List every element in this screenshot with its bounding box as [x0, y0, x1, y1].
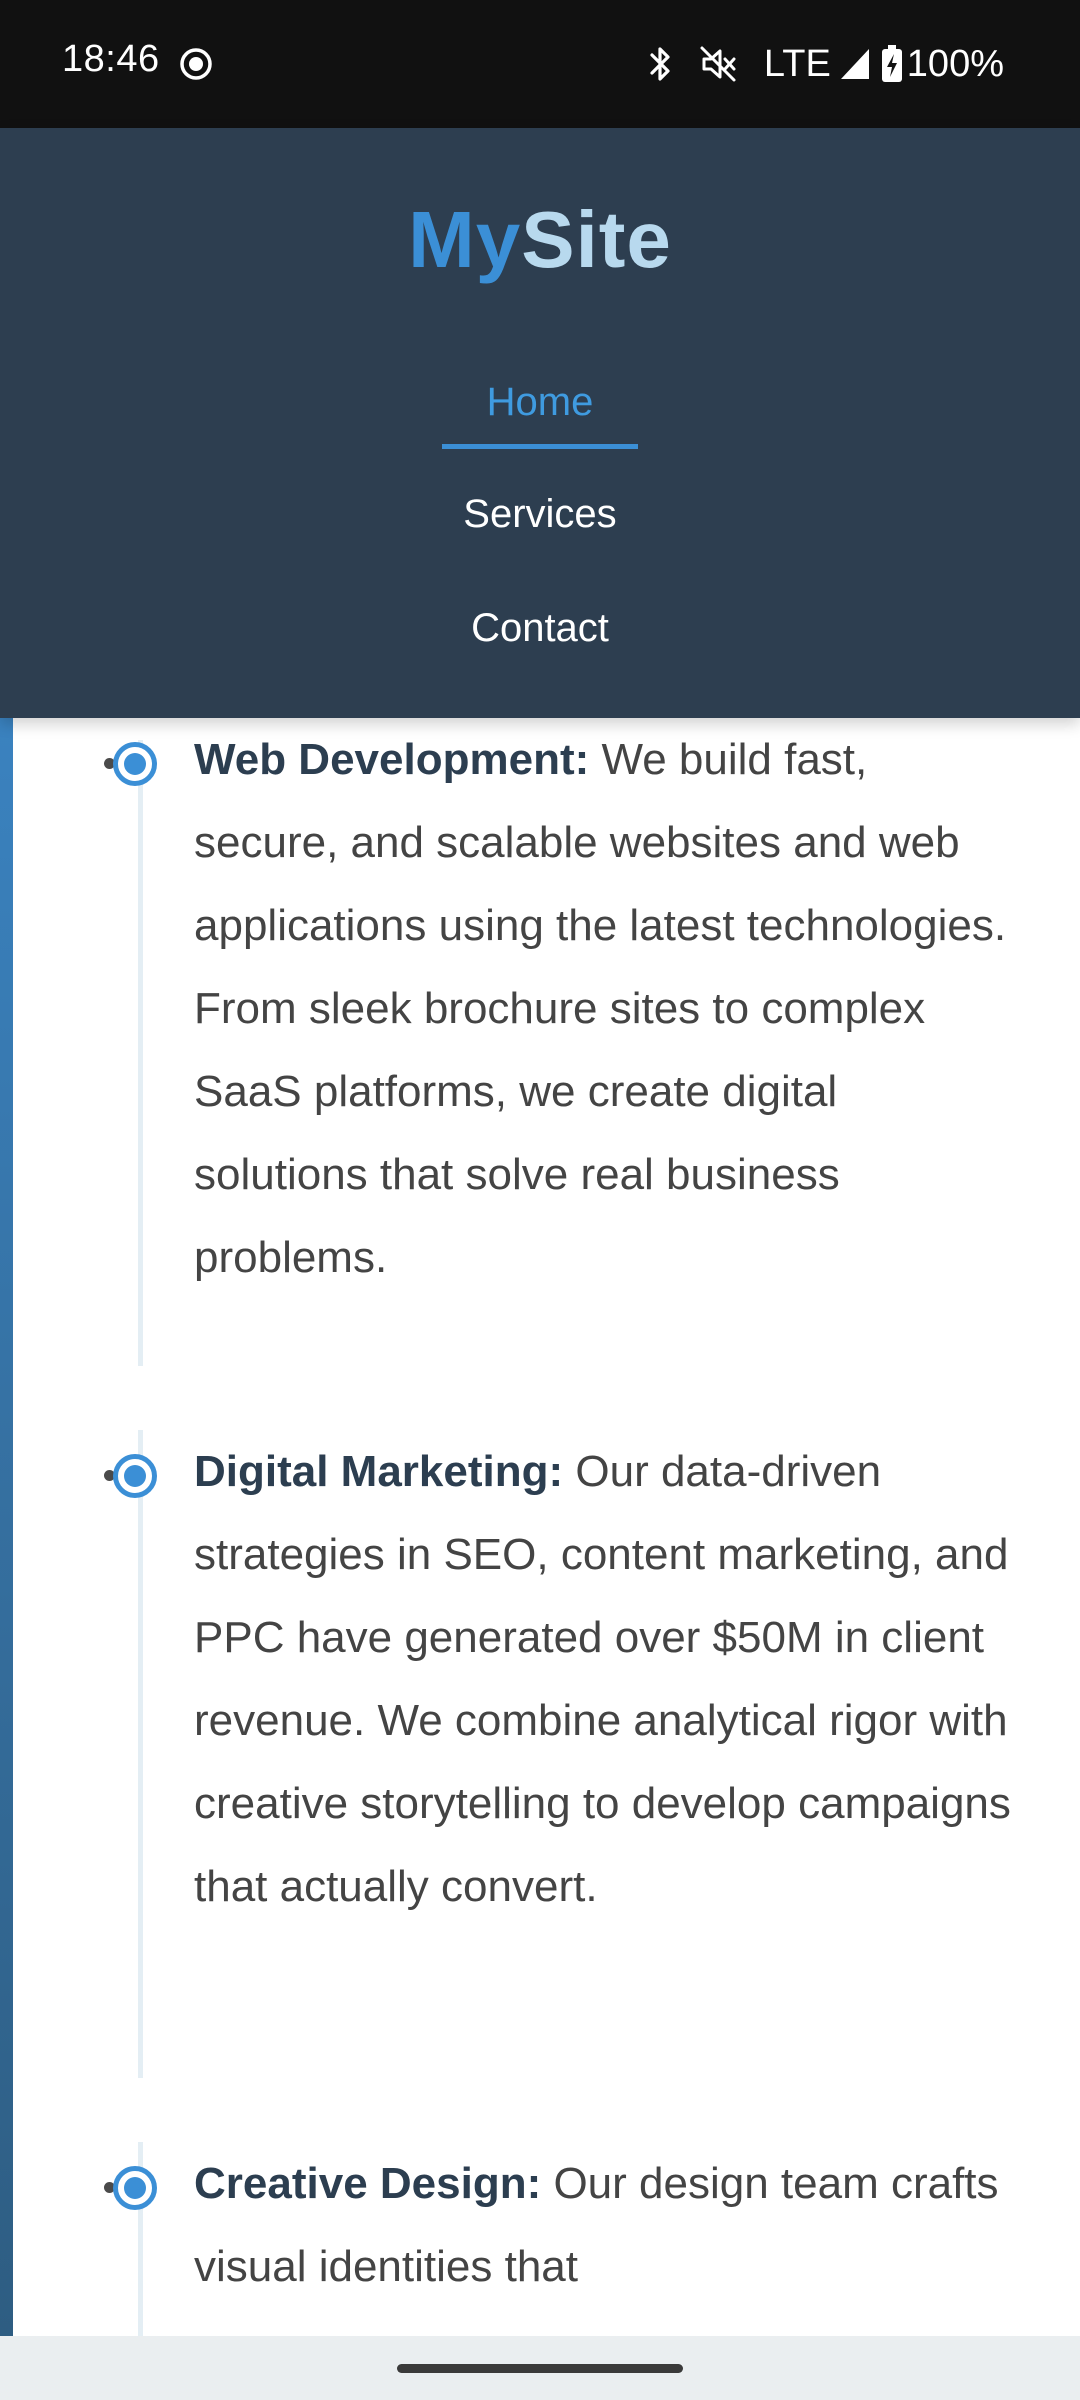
timeline-marker-icon [113, 2166, 157, 2210]
status-icons: LTE 100% [648, 36, 1004, 92]
gesture-navigation-bar [0, 2336, 1080, 2400]
nav-link-home[interactable]: Home [0, 380, 1080, 425]
service-title: Creative Design: [194, 2159, 542, 2208]
timeline-marker-icon [113, 1454, 157, 1498]
network-type: LTE [763, 42, 831, 85]
nav-link-services-label: Services [463, 492, 617, 536]
record-icon [180, 48, 212, 80]
status-time: 18:46 [62, 38, 160, 80]
services-content[interactable]: Web Development: We build fast, secure, … [0, 718, 1080, 2336]
nav-active-indicator [442, 444, 638, 449]
service-text: Digital Marketing: Our data-driven strat… [194, 1430, 1014, 1928]
accent-bar [0, 718, 13, 2336]
service-text: Creative Design: Our design team crafts … [194, 2142, 1014, 2308]
timeline-line [138, 1430, 143, 2078]
battery-percent: 100% [906, 42, 1004, 85]
nav-link-home-label: Home [486, 380, 594, 424]
home-gesture-handle[interactable] [397, 2364, 683, 2373]
status-bar: 18:46 LTE 100% [0, 0, 1080, 128]
nav-link-contact[interactable]: Contact [0, 606, 1080, 651]
battery-icon [881, 45, 902, 82]
service-text: Web Development: We build fast, secure, … [194, 718, 1014, 1299]
timeline-marker-icon [113, 742, 157, 786]
site-logo[interactable]: MySite [0, 194, 1080, 286]
service-title: Web Development: [194, 735, 590, 784]
signal-icon [840, 49, 869, 79]
logo-text-site: Site [521, 195, 672, 284]
service-title: Digital Marketing: [194, 1447, 564, 1496]
nav-link-contact-label: Contact [471, 606, 609, 650]
service-description: We build fast, secure, and scalable webs… [194, 735, 1007, 1282]
logo-text-my: My [408, 195, 522, 284]
timeline-line [138, 740, 143, 1366]
bluetooth-icon [650, 47, 670, 81]
site-header: MySite Home Services Contact [0, 128, 1080, 718]
service-description: Our data-driven strategies in SEO, conte… [194, 1447, 1011, 1911]
mute-icon [700, 46, 736, 82]
nav-link-services[interactable]: Services [0, 492, 1080, 537]
